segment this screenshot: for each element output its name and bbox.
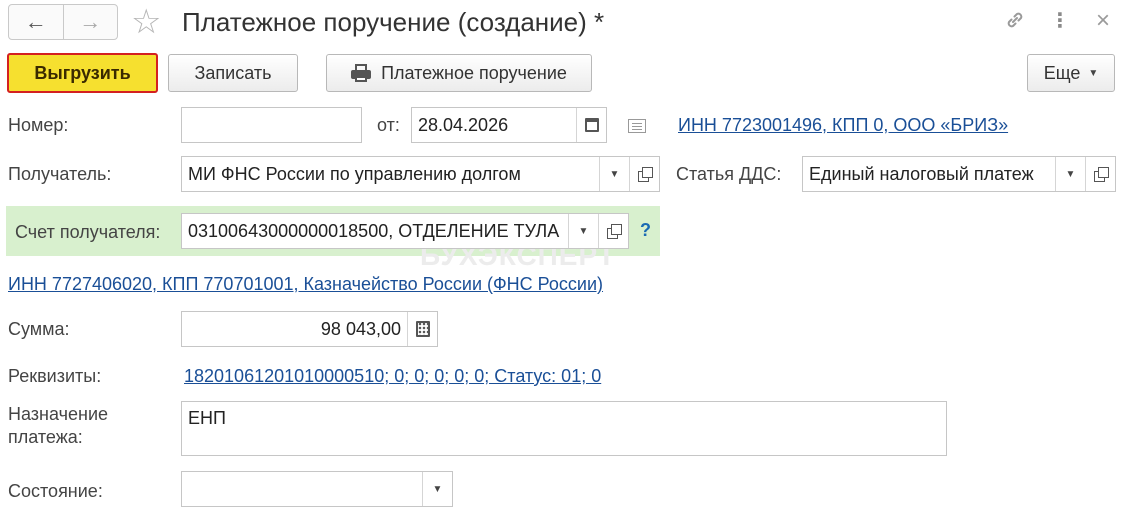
state-dropdown-button[interactable]: ▼ [422, 472, 452, 506]
forward-arrow-icon: → [79, 9, 102, 34]
date-label: от: [377, 115, 400, 135]
chevron-down-icon: ▼ [1088, 67, 1099, 79]
calculator-button[interactable] [407, 312, 437, 346]
help-icon[interactable]: ? [640, 220, 651, 241]
recipient-details-link[interactable]: ИНН 7727406020, КПП 770701001, Казначейс… [8, 273, 603, 295]
organization-link[interactable]: ИНН 7723001496, КПП 0, ООО «БРИЗ» [678, 114, 1008, 136]
calculator-icon [415, 321, 430, 337]
link-icon[interactable] [1003, 8, 1027, 39]
account-select[interactable]: 03100643000000018500, ОТДЕЛЕНИЕ ТУЛА ▼ [181, 213, 629, 249]
requisites-link[interactable]: 18201061201010000510; 0; 0; 0; 0; 0; Ста… [184, 365, 601, 387]
save-button[interactable]: Записать [168, 54, 298, 92]
purpose-textarea[interactable]: ЕНП [181, 401, 947, 456]
dds-dropdown-button[interactable]: ▼ [1055, 157, 1085, 191]
open-form-icon [606, 224, 622, 239]
state-select[interactable]: ▼ [181, 471, 453, 507]
forward-button[interactable]: → [62, 5, 118, 39]
navigation-group: ← → [8, 4, 118, 40]
account-value: 03100643000000018500, ОТДЕЛЕНИЕ ТУЛА [188, 220, 560, 241]
requisites-label: Реквизиты: [8, 366, 102, 386]
print-payment-order-button[interactable]: Платежное поручение [326, 54, 592, 92]
calendar-icon [584, 118, 599, 132]
sum-input[interactable]: 98 043,00 [181, 311, 438, 347]
more-vertical-icon[interactable]: ⋮ [1050, 8, 1070, 34]
dds-open-button[interactable] [1085, 157, 1115, 191]
recipient-label: Получатель: [8, 164, 112, 184]
sum-label: Сумма: [8, 319, 70, 339]
account-label: Счет получателя: [15, 222, 161, 242]
number-label: Номер: [8, 115, 69, 135]
dds-value: Единый налоговый платеж [809, 163, 1034, 184]
printer-icon [351, 64, 372, 82]
print-button-label: Платежное поручение [381, 62, 567, 83]
calendar-button[interactable] [576, 108, 606, 142]
chevron-down-icon: ▼ [578, 225, 589, 237]
more-button[interactable]: Еще ▼ [1027, 54, 1115, 92]
more-button-label: Еще [1043, 62, 1081, 83]
chevron-down-icon: ▼ [1065, 168, 1076, 180]
chevron-down-icon: ▼ [609, 168, 620, 180]
dds-select[interactable]: Единый налоговый платеж ▼ [802, 156, 1116, 192]
purpose-label-line2: платежа: [8, 427, 83, 447]
chevron-down-icon: ▼ [432, 483, 443, 495]
recipient-value: МИ ФНС России по управлению долгом [188, 163, 521, 184]
date-input[interactable]: 28.04.2026 [411, 107, 607, 143]
page-title: Платежное поручение (создание) * [182, 7, 605, 37]
date-value: 28.04.2026 [418, 114, 509, 135]
number-input[interactable] [181, 107, 362, 143]
back-button[interactable]: ← [9, 5, 63, 39]
dds-label: Статья ДДС: [676, 164, 782, 184]
account-dropdown-button[interactable]: ▼ [568, 214, 598, 248]
document-list-icon[interactable] [628, 119, 646, 133]
state-label: Состояние: [8, 481, 103, 501]
open-form-icon [637, 167, 653, 182]
recipient-dropdown-button[interactable]: ▼ [599, 157, 629, 191]
sum-value: 98 043,00 [320, 318, 401, 339]
account-open-button[interactable] [598, 214, 628, 248]
recipient-select[interactable]: МИ ФНС России по управлению долгом ▼ [181, 156, 660, 192]
favorite-star-icon[interactable]: ☆ [131, 4, 161, 40]
upload-button[interactable]: Выгрузить [7, 53, 158, 93]
close-icon[interactable]: × [1096, 8, 1110, 34]
recipient-open-button[interactable] [629, 157, 659, 191]
purpose-label-line1: Назначение [8, 404, 109, 424]
open-form-icon [1093, 167, 1109, 182]
back-arrow-icon: ← [24, 9, 47, 34]
